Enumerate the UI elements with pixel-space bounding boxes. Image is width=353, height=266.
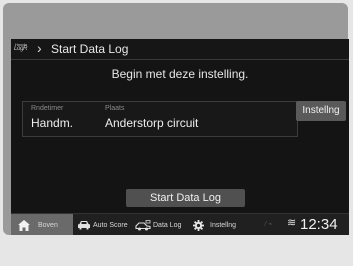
settings-button[interactable]: Instellng	[296, 101, 346, 121]
place-column: Plaats Anderstorp circuit	[105, 105, 198, 130]
nav-label-home: Boven	[38, 221, 58, 229]
page-title: Start Data Log	[51, 42, 129, 56]
nav-label-auto-score: Auto Score	[93, 221, 128, 229]
device-frame: Honda LogR › Start Data Log Begin met de…	[3, 3, 349, 235]
logo-brand-text: LogR	[14, 46, 28, 52]
settings-summary-panel: Rndetimer Handm. Plaats Anderstorp circu…	[22, 101, 298, 137]
wifi-icon: ≋	[287, 217, 297, 229]
home-icon	[18, 219, 30, 231]
clock: 12:34	[300, 216, 338, 233]
timer-label: Rndetimer	[31, 105, 64, 112]
gear-icon	[193, 219, 204, 231]
place-value: Anderstorp circuit	[105, 116, 199, 130]
place-label: Plaats	[105, 105, 125, 112]
header-bar: Honda LogR › Start Data Log	[11, 39, 349, 60]
nav-item-auto-score[interactable]: Auto Score	[77, 214, 135, 235]
car-icon	[78, 221, 90, 230]
nav-item-home[interactable]: Boven	[11, 214, 73, 235]
screen: Honda LogR › Start Data Log Begin met de…	[11, 39, 349, 235]
signal-status-icons: ⁄ ⌁	[265, 221, 273, 228]
race-car-icon	[135, 219, 151, 230]
bottom-nav-bar: Boven Auto Score Data Log Instellng ⁄ ⌁ …	[11, 213, 349, 235]
start-data-log-button[interactable]: Start Data Log	[126, 189, 245, 207]
back-chevron-icon[interactable]: ›	[37, 40, 42, 56]
nav-label-data-log: Data Log	[153, 221, 182, 229]
timer-value: Handm.	[31, 116, 74, 130]
nav-item-data-log[interactable]: Data Log	[135, 214, 190, 235]
nav-label-settings: Instellng	[210, 221, 237, 229]
honda-logr-logo: Honda LogR	[14, 42, 36, 56]
timer-column: Rndetimer Handm.	[31, 105, 73, 130]
instruction-text: Begin met deze instelling.	[111, 67, 249, 81]
nav-item-settings[interactable]: Instellng	[193, 214, 245, 235]
